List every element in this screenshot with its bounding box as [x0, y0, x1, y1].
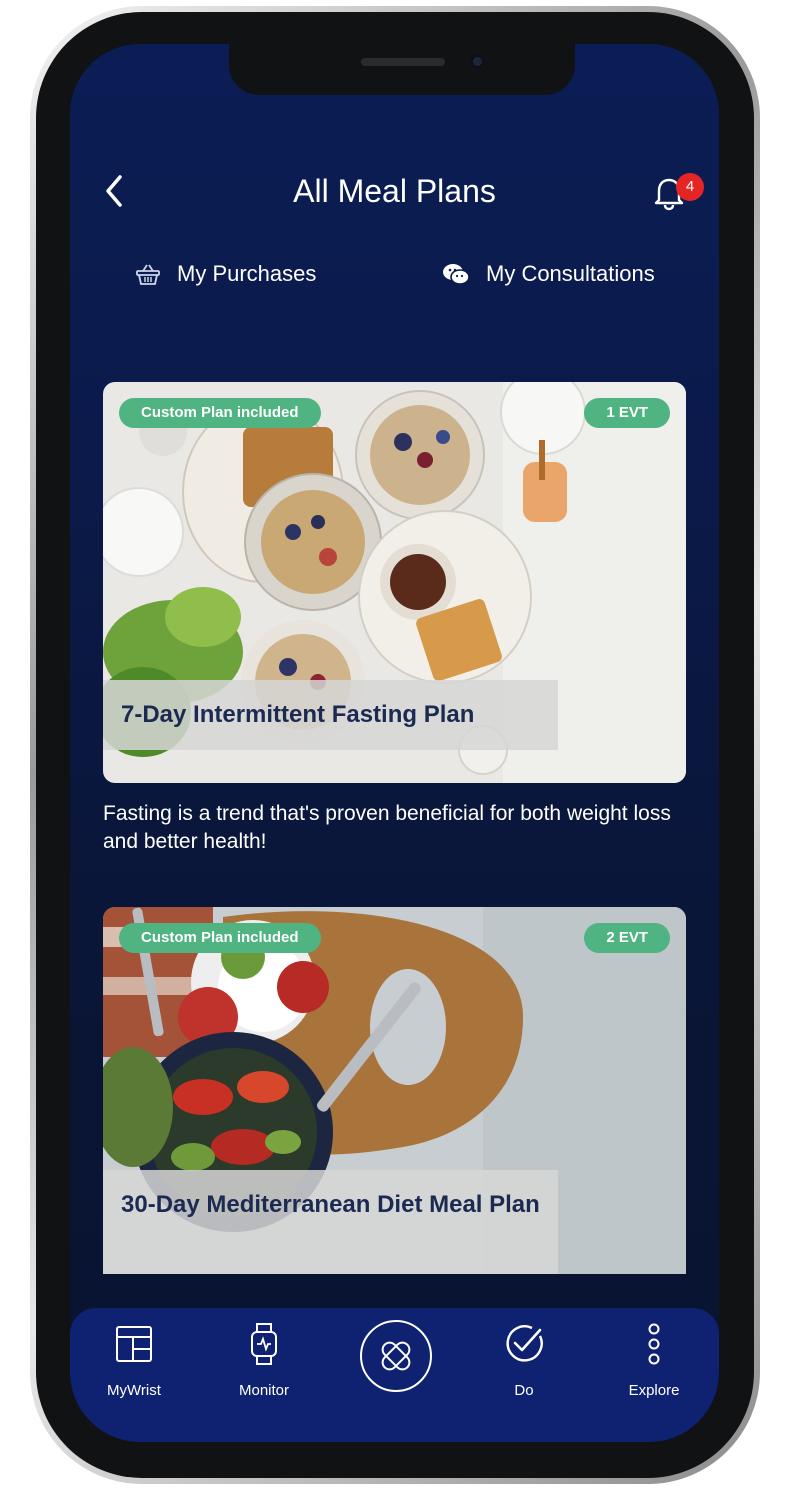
nav-item-explore[interactable]: Explore	[599, 1318, 709, 1399]
plan-description: Fasting is a trend that's proven benefic…	[103, 802, 671, 853]
tab-my-purchases[interactable]: My Purchases	[135, 254, 316, 294]
dashboard-icon	[79, 1318, 189, 1370]
custom-plan-badge: Custom Plan included	[119, 398, 321, 428]
nav-item-do[interactable]: Do	[469, 1318, 579, 1399]
app-home-button[interactable]	[360, 1320, 432, 1392]
plan-title: 7-Day Intermittent Fasting Plan	[103, 680, 558, 750]
check-circle-icon	[469, 1318, 579, 1370]
watch-icon	[209, 1318, 319, 1370]
meal-plan-card[interactable]: Custom Plan included 1 EVT 7-Day Intermi…	[103, 382, 686, 783]
nav-label: Do	[514, 1382, 534, 1399]
app-logo-icon	[381, 1341, 411, 1371]
price-badge: 2 EVT	[584, 923, 670, 953]
speaker-grille	[361, 58, 445, 66]
tab-label: My Consultations	[486, 261, 655, 286]
nav-label: Monitor	[238, 1382, 290, 1399]
tab-my-consultations[interactable]: My Consultations	[442, 254, 655, 294]
custom-plan-badge: Custom Plan included	[119, 923, 321, 953]
chat-bubbles-icon	[443, 264, 470, 285]
page-title: All Meal Plans	[293, 173, 496, 209]
basket-icon	[136, 264, 160, 285]
nav-label: MyWrist	[107, 1382, 161, 1399]
nav-item-monitor[interactable]: Monitor	[209, 1318, 319, 1399]
app-screen: All Meal Plans 4 My Purchases My Consult…	[70, 44, 719, 1442]
nav-label: Explore	[628, 1382, 680, 1399]
nav-item-mywrist[interactable]: MyWrist	[79, 1318, 189, 1399]
more-vertical-icon	[599, 1318, 709, 1370]
meal-plan-card[interactable]: Custom Plan included 2 EVT 30-Day Medite…	[103, 907, 686, 1274]
tab-label: My Purchases	[177, 261, 317, 286]
bottom-navigation: MyWrist Monitor Do Explore	[70, 1308, 719, 1442]
plan-title: 30-Day Mediterranean Diet Meal Plan	[103, 1170, 558, 1274]
front-camera	[470, 54, 485, 69]
notification-count-badge: 4	[676, 173, 704, 201]
price-badge: 1 EVT	[584, 398, 670, 428]
device-notch	[229, 44, 575, 95]
